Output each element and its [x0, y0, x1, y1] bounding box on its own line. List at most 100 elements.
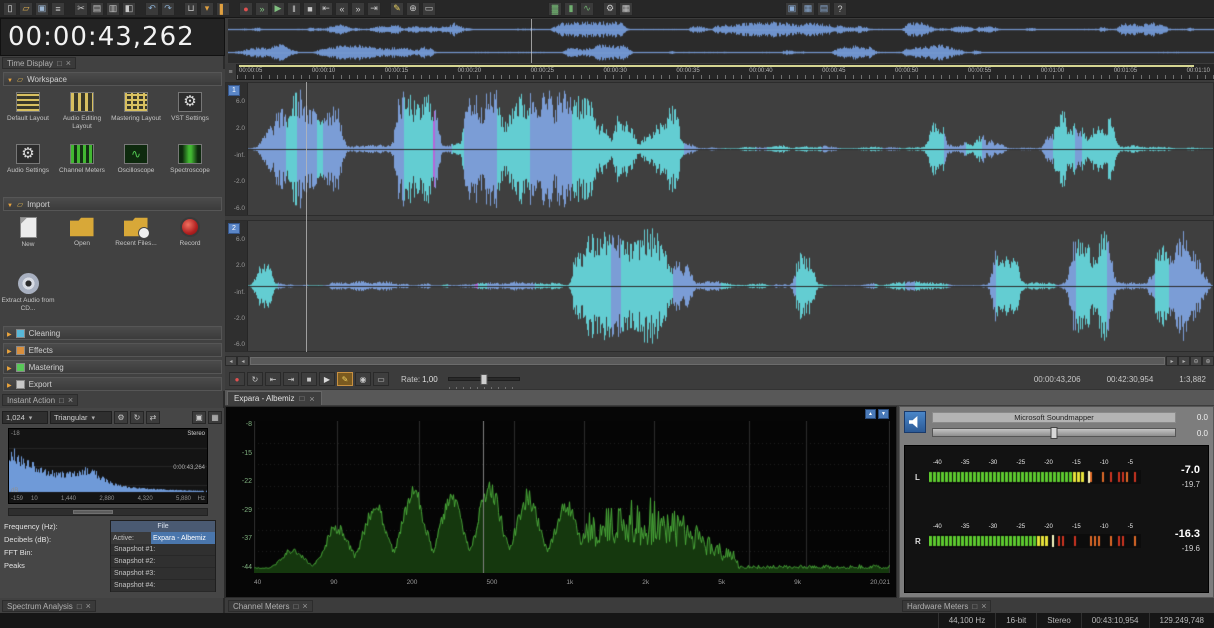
- close-icon[interactable]: [68, 395, 73, 405]
- scrollbar-handle[interactable]: [73, 510, 113, 514]
- snap-icon[interactable]: ⊔: [184, 1, 198, 16]
- forward-icon[interactable]: »: [351, 1, 365, 16]
- spectral-view-icon[interactable]: ▓: [548, 1, 562, 16]
- output-device-name[interactable]: Microsoft Soundmapper: [932, 412, 1176, 423]
- docked-windows-icon[interactable]: ▤: [817, 1, 831, 16]
- waveform-canvas-2[interactable]: [248, 222, 1213, 350]
- table-row[interactable]: Snapshot #1:: [111, 544, 215, 556]
- go-to-start-button[interactable]: ⇤: [265, 372, 281, 386]
- section-header-workspace[interactable]: Workspace: [3, 72, 222, 86]
- scale-down-icon[interactable]: [878, 409, 889, 419]
- channel-2-badge[interactable]: 2: [228, 223, 240, 234]
- magnify-tool-icon[interactable]: ⊕: [406, 1, 420, 16]
- play-button[interactable]: ▶: [319, 372, 335, 386]
- paste-icon[interactable]: ▥: [106, 1, 120, 16]
- ruler-menu-icon[interactable]: [225, 64, 237, 80]
- speaker-icon[interactable]: [904, 411, 926, 433]
- close-icon[interactable]: [309, 394, 314, 404]
- extract-audio-cd-button[interactable]: Extract Audio from CD...: [1, 269, 55, 321]
- zoom-out-icon[interactable]: [1190, 356, 1202, 366]
- new-file-icon[interactable]: ▯: [3, 1, 17, 16]
- go-to-start-icon[interactable]: ⇤: [319, 1, 333, 16]
- scroll-handle[interactable]: [250, 357, 1165, 365]
- open-file-icon[interactable]: ▱: [19, 1, 33, 16]
- audition-button[interactable]: ◉: [355, 372, 371, 386]
- new-file-button[interactable]: New: [1, 213, 55, 265]
- gain-slider-handle[interactable]: [1050, 427, 1058, 439]
- channel-meters-button[interactable]: Channel Meters: [55, 140, 109, 192]
- record-button[interactable]: Record: [163, 213, 217, 265]
- zoom-in-icon[interactable]: [1202, 356, 1214, 366]
- recent-files-button[interactable]: Recent Files...: [109, 213, 163, 265]
- scale-up-icon[interactable]: [865, 409, 876, 419]
- scroll-track[interactable]: [249, 356, 1166, 366]
- close-icon[interactable]: [981, 601, 986, 611]
- edit-tool-button[interactable]: ✎: [337, 372, 353, 386]
- timeline-ruler[interactable]: 00:00:05 00:00:10 00:00:15 00:00:20 00:00:25…: [225, 64, 1214, 80]
- save-icon[interactable]: ▣: [35, 1, 49, 16]
- table-row-active[interactable]: Active: Expara - Albemiz: [111, 532, 215, 544]
- oscilloscope-icon[interactable]: ∿: [580, 1, 594, 16]
- cut-icon[interactable]: ✂: [74, 1, 88, 16]
- record-button[interactable]: ●: [229, 372, 245, 386]
- pin-icon[interactable]: [192, 411, 206, 424]
- float-window-icon[interactable]: [77, 602, 82, 611]
- overview-waveform-left[interactable]: [228, 19, 1214, 40]
- mastering-layout-button[interactable]: Mastering Layout: [109, 88, 163, 140]
- fft-size-select[interactable]: 1,024: [2, 411, 48, 424]
- section-header-import[interactable]: Import: [3, 197, 222, 211]
- waveform-canvas-1[interactable]: [248, 84, 1213, 214]
- table-row[interactable]: Snapshot #4:: [111, 580, 215, 592]
- window-layout-icon[interactable]: ▣: [785, 1, 799, 16]
- help-icon[interactable]: ?: [833, 1, 847, 16]
- monitor-button[interactable]: ▭: [373, 372, 389, 386]
- loop-playback-button[interactable]: ↻: [247, 372, 263, 386]
- float-window-icon[interactable]: [57, 59, 62, 68]
- window-type-select[interactable]: Triangular: [50, 411, 112, 424]
- section-mastering[interactable]: Mastering: [3, 360, 222, 374]
- vst-settings-button[interactable]: VST Settings: [163, 88, 217, 140]
- loop-region-bar[interactable]: [239, 65, 1194, 67]
- spectrum-scrollbar[interactable]: [8, 508, 208, 516]
- record-icon[interactable]: ●: [239, 1, 253, 16]
- page-right-icon[interactable]: [1166, 356, 1178, 366]
- rewind-icon[interactable]: «: [335, 1, 349, 16]
- restore-window-icon[interactable]: [299, 394, 304, 403]
- undo-icon[interactable]: ↶: [145, 1, 159, 16]
- copy-icon[interactable]: ▤: [90, 1, 104, 16]
- edit-tool-icon[interactable]: ✎: [390, 1, 404, 16]
- page-left-icon[interactable]: [237, 356, 249, 366]
- audio-settings-button[interactable]: Audio Settings: [1, 140, 55, 192]
- default-layout-button[interactable]: Default Layout: [1, 88, 55, 140]
- go-to-end-button[interactable]: ⇥: [283, 372, 299, 386]
- overview-waveform-right[interactable]: [228, 42, 1214, 63]
- float-window-icon[interactable]: [59, 396, 64, 405]
- play-icon[interactable]: ▶: [271, 1, 285, 16]
- stop-button[interactable]: ■: [301, 372, 317, 386]
- stop-icon[interactable]: ■: [303, 1, 317, 16]
- file-properties-icon[interactable]: ≡: [51, 1, 65, 16]
- go-to-end-icon[interactable]: ⇥: [367, 1, 381, 16]
- close-icon[interactable]: [302, 601, 307, 611]
- section-cleaning[interactable]: Cleaning: [3, 326, 222, 340]
- close-icon[interactable]: [66, 58, 71, 68]
- scroll-left-icon[interactable]: [225, 356, 237, 366]
- close-icon[interactable]: [86, 601, 91, 611]
- grid-icon[interactable]: [208, 411, 222, 424]
- table-row[interactable]: Snapshot #3:: [111, 568, 215, 580]
- document-tab[interactable]: Expara - Albemiz: [227, 391, 322, 405]
- marker-icon[interactable]: ▾: [200, 1, 214, 16]
- settings-gear-icon[interactable]: [114, 411, 128, 424]
- float-window-icon[interactable]: [972, 602, 977, 611]
- channel-meters-icon[interactable]: ▮: [564, 1, 578, 16]
- selection-tool-icon[interactable]: ▭: [422, 1, 436, 16]
- sync-icon[interactable]: [146, 411, 160, 424]
- mixer-icon[interactable]: ▦: [619, 1, 633, 16]
- waveform-h-scrollbar[interactable]: [225, 356, 1214, 366]
- oscilloscope-button[interactable]: Oscilloscope: [109, 140, 163, 192]
- section-effects[interactable]: Effects: [3, 343, 222, 357]
- workspace-icon[interactable]: ▦: [801, 1, 815, 16]
- float-window-icon[interactable]: [293, 602, 298, 611]
- table-row[interactable]: Snapshot #2:: [111, 556, 215, 568]
- region-icon[interactable]: ▌: [216, 1, 230, 16]
